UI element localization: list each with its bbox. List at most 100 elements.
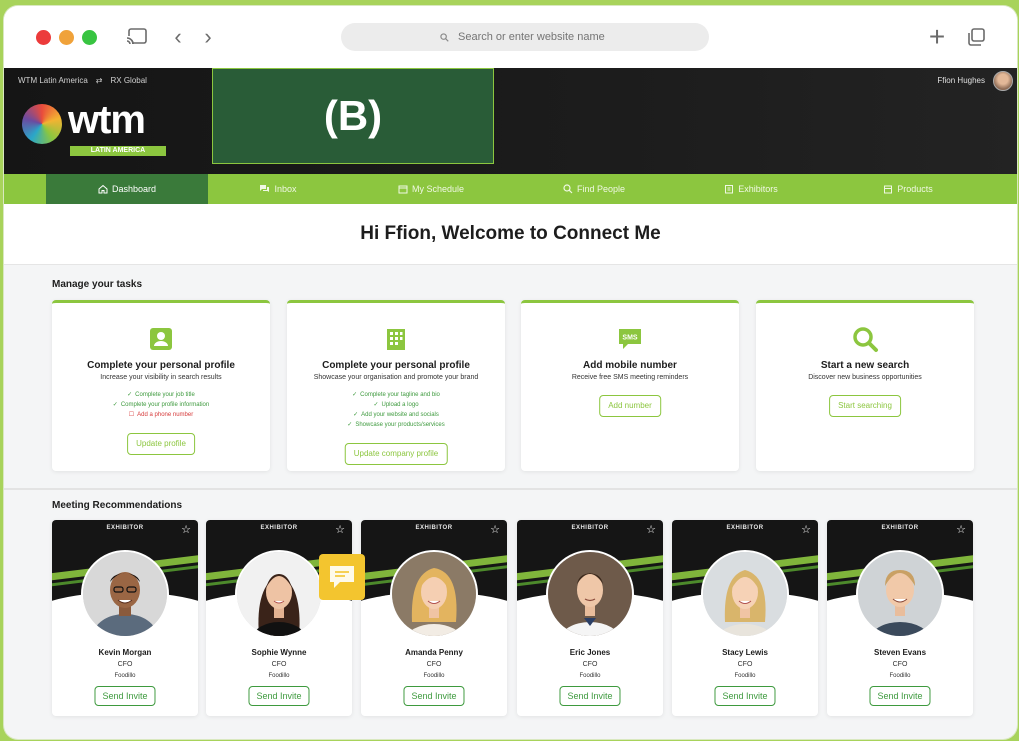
send-invite-button[interactable]: Send Invite bbox=[403, 686, 465, 706]
nav-item-my-schedule[interactable]: My Schedule bbox=[348, 174, 514, 204]
person-card[interactable]: EXHIBITOR ☆ Stacy Lewis CFO Foodillo Sen… bbox=[672, 520, 818, 716]
send-invite-button[interactable]: Send Invite bbox=[94, 686, 156, 706]
task-title: Complete your personal profile bbox=[87, 360, 235, 371]
send-invite-button[interactable]: Send Invite bbox=[559, 686, 621, 706]
send-invite-button[interactable]: Send Invite bbox=[248, 686, 310, 706]
person-photo bbox=[390, 550, 478, 638]
person-company: Foodillo bbox=[579, 673, 601, 679]
back-chevron-icon[interactable]: ‹ bbox=[168, 22, 188, 52]
minimize-window-button[interactable] bbox=[59, 30, 74, 45]
nav-label: Products bbox=[897, 184, 933, 194]
topbar-link-wtm[interactable]: WTM Latin America bbox=[18, 76, 88, 85]
maximize-window-button[interactable] bbox=[82, 30, 97, 45]
nav-item-dashboard[interactable]: Dashboard bbox=[46, 174, 208, 204]
exhibitor-badge: EXHIBITOR bbox=[260, 525, 298, 531]
task-card-mobile-number: SMS Add mobile number Receive free SMS m… bbox=[521, 300, 739, 471]
nav-item-products[interactable]: Products bbox=[828, 174, 988, 204]
exhibitor-badge: EXHIBITOR bbox=[415, 525, 453, 531]
close-window-button[interactable] bbox=[36, 30, 51, 45]
person-company: Foodillo bbox=[734, 673, 756, 679]
favorite-star-icon[interactable]: ☆ bbox=[646, 523, 656, 536]
forward-chevron-icon[interactable]: › bbox=[198, 22, 218, 52]
chat-bubble-icon[interactable] bbox=[319, 554, 365, 600]
person-card[interactable]: EXHIBITOR ☆ Kevin Morgan CFO Foodillo Se… bbox=[52, 520, 198, 716]
person-role: CFO bbox=[426, 661, 442, 668]
task-card-company-profile: Complete your personal profile Showcase … bbox=[287, 300, 505, 471]
tabs-overview-icon[interactable] bbox=[962, 22, 990, 52]
person-card[interactable]: EXHIBITOR ☆ Steven Evans CFO Foodillo Se… bbox=[827, 520, 973, 716]
person-role: CFO bbox=[892, 661, 908, 668]
address-input[interactable] bbox=[456, 30, 610, 44]
check-icon: ✓ bbox=[353, 412, 359, 418]
search-icon bbox=[563, 184, 573, 194]
send-invite-button[interactable]: Send Invite bbox=[869, 686, 931, 706]
section-divider bbox=[4, 488, 1017, 490]
favorite-star-icon[interactable]: ☆ bbox=[490, 523, 500, 536]
favorite-star-icon[interactable]: ☆ bbox=[801, 523, 811, 536]
checklist-item: ✓ Add your website and socials bbox=[287, 410, 505, 420]
person-role: CFO bbox=[117, 661, 133, 668]
person-photo bbox=[81, 550, 169, 638]
checklist-text: Complete your tagline and bio bbox=[360, 392, 440, 398]
topbar-links: WTM Latin America ⇄ RX Global bbox=[18, 76, 147, 85]
nav-label: Find People bbox=[576, 184, 626, 194]
logo-text: wtm bbox=[68, 98, 146, 142]
update-company-profile-button[interactable]: Update company profile bbox=[344, 443, 448, 465]
checklist-item: ✓ Complete your tagline and bio bbox=[287, 390, 505, 400]
browser-toolbar: ‹ › + bbox=[4, 6, 1017, 68]
task-subtitle: Receive free SMS meeting reminders bbox=[571, 374, 689, 381]
nav-item-find-people[interactable]: Find People bbox=[514, 174, 674, 204]
checklist-item: ☐ Add a phone number bbox=[52, 410, 270, 420]
nav-item-exhibitors[interactable]: Exhibitors bbox=[674, 174, 828, 204]
update-profile-button[interactable]: Update profile bbox=[127, 433, 195, 455]
favorite-star-icon[interactable]: ☆ bbox=[956, 523, 966, 536]
nav-label: Exhibitors bbox=[738, 184, 778, 194]
person-photo bbox=[235, 550, 323, 638]
wtm-logo[interactable]: wtm LATIN AMERICA bbox=[22, 98, 172, 162]
new-tab-plus-icon[interactable]: + bbox=[924, 21, 950, 52]
person-photo bbox=[856, 550, 944, 638]
person-name: Kevin Morgan bbox=[98, 648, 152, 657]
person-photo bbox=[701, 550, 789, 638]
check-icon: ✓ bbox=[352, 392, 358, 398]
person-company: Foodillo bbox=[423, 673, 445, 679]
user-avatar[interactable] bbox=[993, 71, 1013, 91]
welcome-heading: Hi Ffion, Welcome to Connect Me bbox=[4, 204, 1017, 265]
address-bar[interactable] bbox=[341, 23, 709, 51]
person-card[interactable]: EXHIBITOR ☆ Amanda Penny CFO Foodillo Se… bbox=[361, 520, 507, 716]
nav-label: Inbox bbox=[274, 184, 297, 194]
box-icon bbox=[884, 185, 893, 194]
logo-subtitle: LATIN AMERICA bbox=[70, 146, 166, 156]
task-checklist: ✓ Complete your tagline and bio ✓ Upload a… bbox=[287, 390, 505, 430]
add-number-button[interactable]: Add number bbox=[599, 395, 661, 417]
person-role: CFO bbox=[271, 661, 287, 668]
tasks-section-title: Manage your tasks bbox=[52, 279, 143, 290]
favorite-star-icon[interactable]: ☆ bbox=[335, 523, 345, 536]
magnifier-icon bbox=[853, 327, 878, 352]
task-checklist: ✓ Complete your job title ✓ Complete your … bbox=[52, 390, 270, 420]
browser-window: ‹ › + WTM Latin America ⇄ RX Global Ffio… bbox=[4, 6, 1017, 739]
send-invite-button[interactable]: Send Invite bbox=[714, 686, 776, 706]
favorite-star-icon[interactable]: ☆ bbox=[181, 523, 191, 536]
cast-icon[interactable] bbox=[122, 22, 152, 52]
task-title: Start a new search bbox=[820, 360, 910, 371]
person-company: Foodillo bbox=[114, 673, 136, 679]
person-company: Foodillo bbox=[268, 673, 290, 679]
check-icon: ✓ bbox=[127, 392, 133, 398]
person-card[interactable]: EXHIBITOR ☆ Eric Jones CFO Foodillo Send… bbox=[517, 520, 663, 716]
task-subtitle: Increase your visibility in search resul… bbox=[100, 374, 222, 381]
user-name[interactable]: Ffion Hughes bbox=[937, 76, 985, 85]
exhibitor-badge: EXHIBITOR bbox=[726, 525, 764, 531]
exhibitor-badge: EXHIBITOR bbox=[881, 525, 919, 531]
building-icon bbox=[725, 185, 734, 194]
checklist-text: Complete your profile information bbox=[120, 402, 210, 408]
person-card[interactable]: EXHIBITOR ☆ Sophie Wynne CFO Foodillo Se… bbox=[206, 520, 352, 716]
empty-checkbox-icon: ☐ bbox=[128, 412, 135, 418]
home-icon bbox=[98, 184, 108, 194]
nav-item-inbox[interactable]: Inbox bbox=[208, 174, 348, 204]
person-company: Foodillo bbox=[889, 673, 911, 679]
task-card-personal-profile: Complete your personal profile Increase … bbox=[52, 300, 270, 471]
topbar-link-rx[interactable]: RX Global bbox=[111, 76, 147, 85]
meetings-section-title: Meeting Recommendations bbox=[52, 500, 183, 511]
start-searching-button[interactable]: Start searching bbox=[829, 395, 901, 417]
